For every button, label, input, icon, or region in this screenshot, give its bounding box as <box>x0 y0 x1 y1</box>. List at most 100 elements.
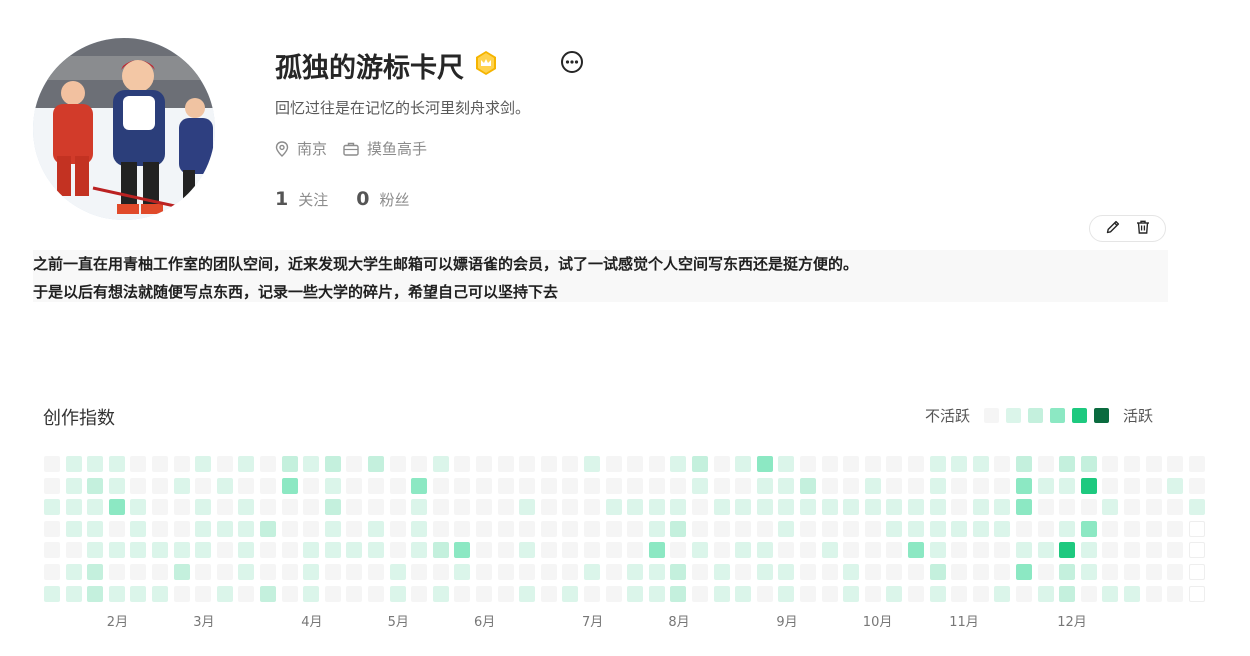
heatmap-cell[interactable] <box>368 477 384 494</box>
heatmap-cell[interactable] <box>152 520 168 537</box>
heatmap-cell[interactable] <box>821 520 838 537</box>
heatmap-cell[interactable] <box>1102 499 1119 516</box>
heatmap-cell[interactable] <box>1059 456 1076 472</box>
heatmap-cell[interactable] <box>951 585 968 602</box>
heatmap-cell[interactable] <box>972 585 989 602</box>
heatmap-cell[interactable] <box>411 564 428 580</box>
heatmap-cell[interactable] <box>713 542 730 559</box>
heatmap-cell[interactable] <box>173 585 190 602</box>
heatmap-cell[interactable] <box>1102 477 1119 494</box>
heatmap-cell[interactable] <box>821 477 838 494</box>
heatmap-cell[interactable] <box>843 520 860 537</box>
heatmap-cell[interactable] <box>670 542 687 559</box>
heatmap-cell[interactable] <box>584 499 600 516</box>
heatmap-cell[interactable] <box>238 520 255 537</box>
heatmap-cell[interactable] <box>1188 564 1205 580</box>
heatmap-cell[interactable] <box>1145 564 1162 580</box>
heatmap-cell[interactable] <box>951 456 968 472</box>
heatmap-cell[interactable] <box>454 542 471 559</box>
heatmap-cell[interactable] <box>173 499 190 516</box>
heatmap-cell[interactable] <box>692 477 708 494</box>
heatmap-cell[interactable] <box>108 499 125 516</box>
heatmap-cell[interactable] <box>648 477 665 494</box>
heatmap-cell[interactable] <box>1167 585 1184 602</box>
heatmap-cell[interactable] <box>108 585 125 602</box>
heatmap-cell[interactable] <box>216 477 233 494</box>
heatmap-cell[interactable] <box>1145 542 1162 559</box>
heatmap-cell[interactable] <box>519 456 536 472</box>
heatmap-cell[interactable] <box>346 585 363 602</box>
heatmap-cell[interactable] <box>756 499 773 516</box>
heatmap-cell[interactable] <box>195 456 212 472</box>
heatmap-cell[interactable] <box>411 499 428 516</box>
heatmap-cell[interactable] <box>1080 585 1097 602</box>
heatmap-cell[interactable] <box>584 477 600 494</box>
heatmap-cell[interactable] <box>713 499 730 516</box>
heatmap-cell[interactable] <box>1080 499 1097 516</box>
heatmap-cell[interactable] <box>908 456 924 472</box>
heatmap-cell[interactable] <box>389 585 406 602</box>
heatmap-cell[interactable] <box>1188 456 1205 472</box>
heatmap-cell[interactable] <box>260 477 276 494</box>
heatmap-cell[interactable] <box>346 499 363 516</box>
heatmap-cell[interactable] <box>1145 585 1162 602</box>
heatmap-cell[interactable] <box>260 564 276 580</box>
heatmap-cell[interactable] <box>368 499 384 516</box>
heatmap-cell[interactable] <box>908 520 924 537</box>
heatmap-cell[interactable] <box>432 542 449 559</box>
followers-count[interactable]: 0 <box>356 188 369 210</box>
heatmap-cell[interactable] <box>605 520 622 537</box>
heatmap-cell[interactable] <box>735 499 752 516</box>
heatmap-cell[interactable] <box>368 520 384 537</box>
heatmap-cell[interactable] <box>497 564 514 580</box>
heatmap-cell[interactable] <box>886 542 903 559</box>
heatmap-cell[interactable] <box>519 477 536 494</box>
heatmap-cell[interactable] <box>1124 542 1140 559</box>
heatmap-cell[interactable] <box>1124 499 1140 516</box>
heatmap-cell[interactable] <box>908 542 924 559</box>
heatmap-cell[interactable] <box>454 564 471 580</box>
heatmap-cell[interactable] <box>627 499 644 516</box>
heatmap-cell[interactable] <box>130 456 147 472</box>
heatmap-cell[interactable] <box>476 564 492 580</box>
heatmap-cell[interactable] <box>540 456 557 472</box>
heatmap-cell[interactable] <box>864 564 881 580</box>
heatmap-cell[interactable] <box>994 499 1011 516</box>
heatmap-cell[interactable] <box>670 477 687 494</box>
heatmap-cell[interactable] <box>562 456 579 472</box>
heatmap-cell[interactable] <box>87 585 104 602</box>
heatmap-cell[interactable] <box>605 456 622 472</box>
heatmap-cell[interactable] <box>562 477 579 494</box>
heatmap-cell[interactable] <box>195 585 212 602</box>
heatmap-cell[interactable] <box>886 564 903 580</box>
heatmap-cell[interactable] <box>1167 520 1184 537</box>
heatmap-cell[interactable] <box>324 499 341 516</box>
heatmap-cell[interactable] <box>303 456 320 472</box>
heatmap-cell[interactable] <box>65 456 82 472</box>
heatmap-cell[interactable] <box>540 520 557 537</box>
heatmap-cell[interactable] <box>130 564 147 580</box>
heatmap-cell[interactable] <box>65 520 82 537</box>
heatmap-cell[interactable] <box>670 585 687 602</box>
edit-icon[interactable] <box>1105 219 1121 239</box>
heatmap-cell[interactable] <box>87 564 104 580</box>
heatmap-cell[interactable] <box>1080 477 1097 494</box>
heatmap-cell[interactable] <box>1016 499 1032 516</box>
heatmap-cell[interactable] <box>908 477 924 494</box>
heatmap-cell[interactable] <box>735 542 752 559</box>
heatmap-cell[interactable] <box>627 585 644 602</box>
heatmap-cell[interactable] <box>238 564 255 580</box>
heatmap-cell[interactable] <box>886 499 903 516</box>
heatmap-cell[interactable] <box>497 477 514 494</box>
heatmap-cell[interactable] <box>324 585 341 602</box>
heatmap-cell[interactable] <box>368 456 384 472</box>
heatmap-cell[interactable] <box>303 520 320 537</box>
heatmap-cell[interactable] <box>195 477 212 494</box>
heatmap-cell[interactable] <box>843 477 860 494</box>
more-icon[interactable] <box>560 50 584 74</box>
heatmap-cell[interactable] <box>756 520 773 537</box>
heatmap-cell[interactable] <box>476 585 492 602</box>
heatmap-cell[interactable] <box>432 520 449 537</box>
heatmap-cell[interactable] <box>778 520 795 537</box>
heatmap-cell[interactable] <box>584 564 600 580</box>
